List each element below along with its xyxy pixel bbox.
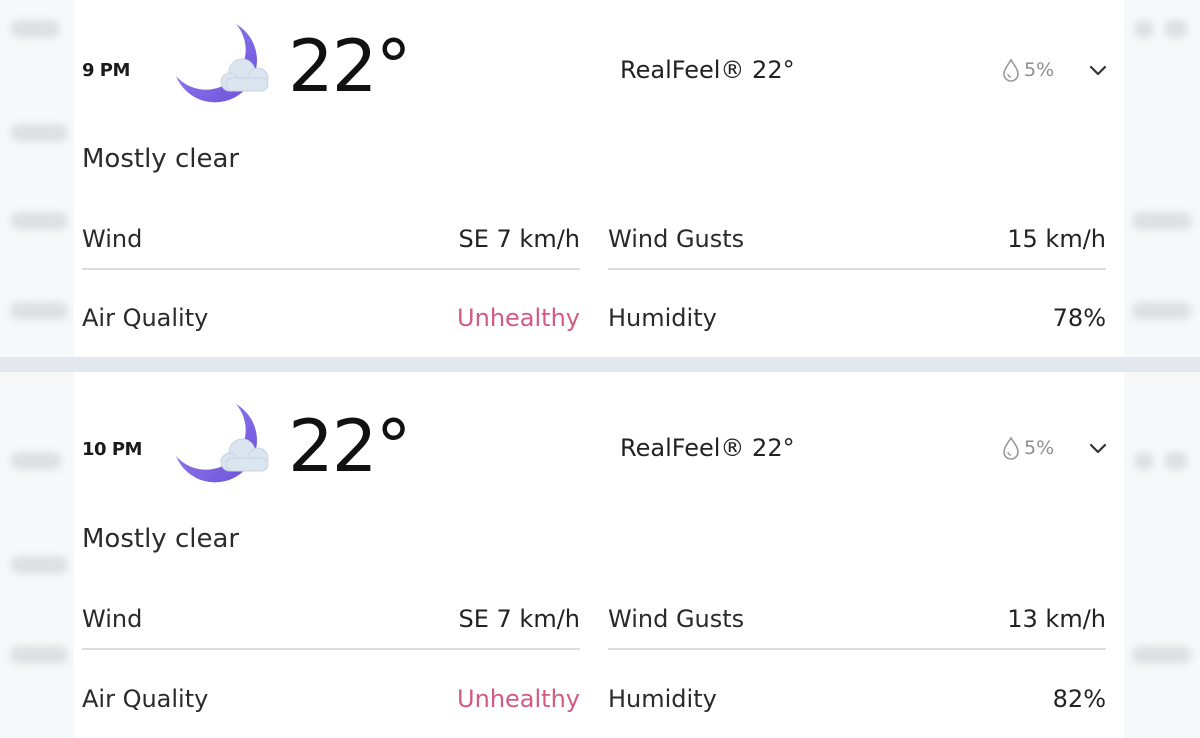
- wind-label: Wind: [82, 605, 143, 633]
- precip-value: 5%: [1024, 437, 1055, 459]
- blurred-text: [10, 452, 62, 470]
- air-quality-label: Air Quality: [82, 304, 209, 332]
- blurred-text: [1164, 452, 1188, 470]
- temperature: 22°: [288, 24, 412, 108]
- humidity-value: 82%: [1052, 685, 1106, 713]
- realfeel-text: RealFeel® 22°: [620, 56, 795, 84]
- wind-gusts-row: Wind Gusts 15 km/h: [608, 210, 1106, 270]
- hour-time: 10 PM: [82, 439, 142, 460]
- humidity-label: Humidity: [608, 685, 717, 713]
- blurred-text: [1134, 452, 1154, 470]
- precip-probability: 5%: [1002, 56, 1054, 84]
- wind-row: Wind SE 7 km/h: [82, 210, 580, 270]
- moon-cloud-icon: [176, 24, 269, 103]
- precip-probability: 5%: [1002, 434, 1054, 462]
- blurred-text: [10, 646, 68, 664]
- air-quality-value: Unhealthy: [457, 685, 580, 713]
- air-quality-label: Air Quality: [82, 685, 209, 713]
- wind-gusts-value: 13 km/h: [1007, 605, 1106, 633]
- raindrop-icon: [1003, 436, 1019, 460]
- humidity-label: Humidity: [608, 304, 717, 332]
- wind-gusts-row: Wind Gusts 13 km/h: [608, 590, 1106, 650]
- temperature: 22°: [288, 404, 412, 488]
- hour-time: 9 PM: [82, 60, 130, 81]
- wind-row: Wind SE 7 km/h: [82, 590, 580, 650]
- blurred-text: [10, 124, 68, 142]
- blurred-text: [1164, 20, 1188, 38]
- humidity-row: Humidity 78%: [608, 288, 1106, 348]
- humidity-value: 78%: [1052, 304, 1106, 332]
- card-separator: [0, 357, 1200, 372]
- chevron-down-icon[interactable]: [1087, 59, 1109, 81]
- raindrop-icon: [1003, 58, 1019, 82]
- wind-value: SE 7 km/h: [458, 605, 581, 633]
- weather-phrase: Mostly clear: [82, 524, 240, 554]
- precip-value: 5%: [1024, 59, 1055, 81]
- air-quality-value: Unhealthy: [457, 304, 580, 332]
- weather-phrase: Mostly clear: [82, 144, 240, 174]
- wind-gusts-label: Wind Gusts: [608, 225, 745, 253]
- humidity-row: Humidity 82%: [608, 669, 1106, 729]
- blurred-text: [10, 20, 60, 38]
- hourly-card-9pm[interactable]: 9 PM 22° RealFeel® 22° 5% Mostly clear W…: [74, 0, 1124, 357]
- wind-gusts-value: 15 km/h: [1007, 225, 1106, 253]
- blurred-text: [1132, 302, 1192, 320]
- blurred-text: [10, 556, 68, 574]
- blurred-text: [10, 302, 68, 320]
- blurred-text: [1134, 20, 1154, 38]
- moon-cloud-icon: [176, 404, 269, 483]
- realfeel-text: RealFeel® 22°: [620, 434, 795, 462]
- blurred-text: [1132, 646, 1192, 664]
- chevron-down-icon[interactable]: [1087, 437, 1109, 459]
- air-quality-row: Air Quality Unhealthy: [82, 288, 580, 348]
- blurred-text: [10, 212, 68, 230]
- wind-gusts-label: Wind Gusts: [608, 605, 745, 633]
- blurred-text: [1132, 212, 1192, 230]
- wind-label: Wind: [82, 225, 143, 253]
- hourly-card-10pm[interactable]: 10 PM 22° RealFeel® 22° 5% Mostly clear …: [74, 372, 1124, 738]
- wind-value: SE 7 km/h: [458, 225, 581, 253]
- air-quality-row: Air Quality Unhealthy: [82, 669, 580, 729]
